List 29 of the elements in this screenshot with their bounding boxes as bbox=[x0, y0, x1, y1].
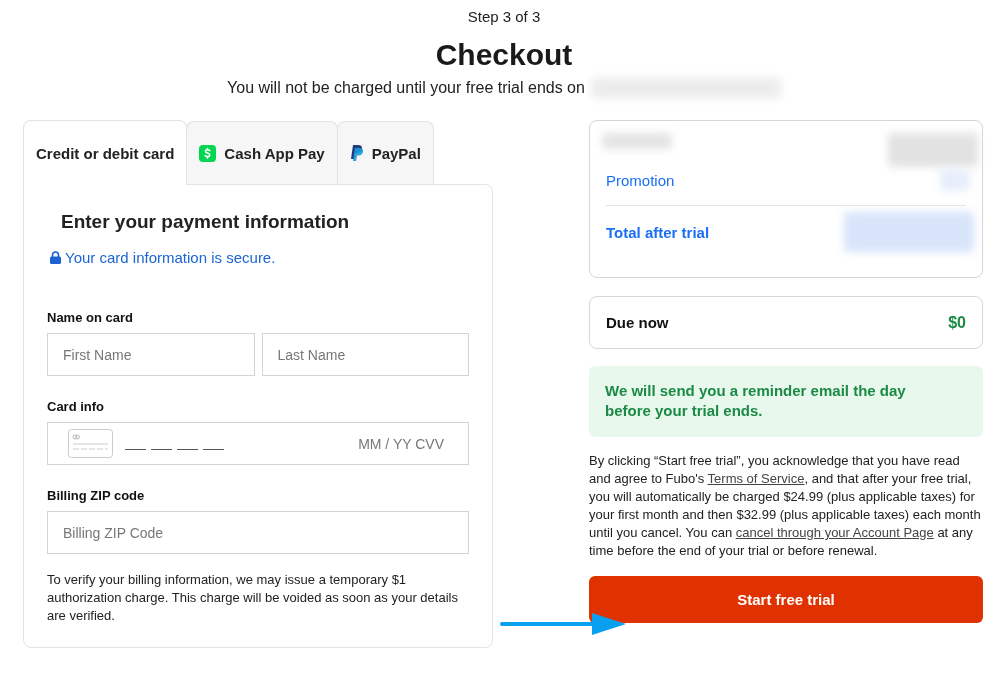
p-logo-icon bbox=[349, 145, 364, 161]
payment-tab[interactable]: PayPal bbox=[336, 121, 434, 184]
summary-label: Promotion bbox=[606, 171, 675, 189]
trial-notice: You will not be charged until your free trial ends on bbox=[227, 79, 585, 97]
arrow-icon bbox=[500, 612, 627, 636]
dollar-icon bbox=[199, 144, 217, 162]
legal-disclaimer: By clicking “Start free trial”, you acknowledge that you have read and agree to Fubo's Terms of Service, and that after your free trial, you will automatically be charged $24.99 (plus applicable taxes) for your first month and then $32.99 (plus applicable taxes) each month until you cancel. You can cancel through your Account Page at any time before the end of your trial or before renewal. bbox=[589, 452, 982, 560]
due-now-amount: $0 bbox=[948, 313, 966, 332]
payment-tab[interactable]: Cash App Pay bbox=[186, 121, 338, 184]
verification-note: To verify your billing information, we may issue a temporary $1 authorization charge. This charge will be voided as soon as your details are verified. bbox=[47, 571, 459, 625]
last-name-field[interactable]: Last Name bbox=[261, 333, 469, 376]
lock-icon bbox=[50, 251, 61, 264]
step-indicator: Step 3 of 3 bbox=[467, 8, 541, 26]
field-label: Name on card bbox=[47, 310, 134, 325]
first-name-field[interactable]: First Name bbox=[47, 333, 255, 376]
zip-code-field[interactable]: Billing ZIP Code bbox=[47, 511, 469, 554]
summary-label: Total after trial bbox=[606, 223, 710, 241]
account-page-link[interactable]: cancel through your Account Page bbox=[735, 525, 934, 540]
payment-tab[interactable]: Credit or debit card bbox=[23, 120, 188, 185]
secure-note: Your card information is secure. bbox=[65, 249, 276, 266]
field-label: Billing ZIP code bbox=[47, 488, 146, 503]
card-icon bbox=[68, 429, 113, 458]
due-now-label: Due now bbox=[606, 314, 669, 331]
start-trial-button[interactable]: Start free trial bbox=[589, 576, 983, 623]
field-label: Card info bbox=[47, 399, 106, 414]
form-heading: Enter your payment information bbox=[61, 211, 351, 233]
reminder-banner: We will send you a reminder email the day before your trial ends. bbox=[589, 366, 983, 437]
page-title: Checkout bbox=[435, 38, 573, 72]
card-info-field[interactable]: MM / YY CVV bbox=[47, 422, 469, 465]
